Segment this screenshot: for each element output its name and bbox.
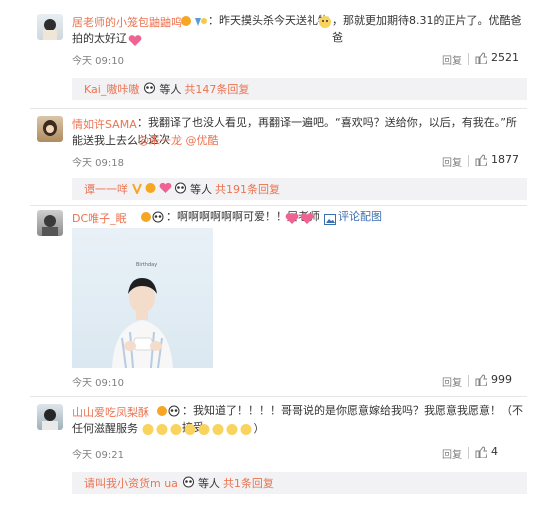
comment-card: 情如许SAMA ：我翻译了也没人看见，再翻译一遍吧。“喜欢吗？送给你，以后，有我… <box>30 110 527 202</box>
comment-time: 今天 09:10 <box>72 378 124 389</box>
reply-suffix: 等人 <box>159 83 182 96</box>
heart-emoji-icon <box>128 32 142 51</box>
reply-thread-link[interactable]: 谭一一咩 等人 共191条回复 <box>72 178 527 200</box>
divider <box>468 375 469 387</box>
reply-user[interactable]: 请叫我小资货m ua <box>84 475 178 491</box>
crown-badge-icon <box>144 182 157 197</box>
avatar[interactable] <box>37 210 63 236</box>
like-button[interactable]: 2521 <box>475 51 519 64</box>
panda-emoji-icon <box>174 182 187 197</box>
comment-time: 今天 09:18 <box>72 158 124 169</box>
panda-emoji-icon <box>143 82 156 97</box>
crown-badge-icon <box>180 13 208 32</box>
like-count: 999 <box>491 373 512 386</box>
reply-button[interactable]: 回复 <box>442 52 462 67</box>
like-count: 1877 <box>491 153 519 166</box>
username[interactable]: 情如许SAMA <box>72 116 137 132</box>
divider <box>30 108 527 109</box>
reply-thread-link[interactable]: Kai_嗷咔嗷 等人 共147条回复 <box>72 78 527 100</box>
thumbs-up-icon <box>475 51 487 64</box>
reply-user[interactable]: Kai_嗷咔嗷 <box>84 81 139 97</box>
username[interactable]: 居老师的小笼包鼬鼬呜 <box>72 14 182 30</box>
shy-emoji-icon <box>318 14 332 33</box>
reply-count[interactable]: 共147条回复 <box>184 81 249 97</box>
avatar[interactable] <box>37 404 63 430</box>
heart-emoji-icon <box>285 210 315 229</box>
comment-text: ：昨天摸头杀今天送礼物 <box>208 14 329 27</box>
like-count: 4 <box>491 445 498 458</box>
like-count: 2521 <box>491 51 519 64</box>
username[interactable]: 山山爱吃凤梨酥 <box>72 404 149 420</box>
panda-emoji-icon <box>182 476 195 491</box>
reply-thread-link[interactable]: 请叫我小资货m ua 等人 共1条回复 <box>72 472 527 494</box>
thumbs-up-icon <box>475 445 487 458</box>
comment-text: 任何滋醒服务 ） <box>72 420 265 437</box>
reply-user[interactable]: 谭一一咩 <box>84 181 128 197</box>
comment-text: 能送我上去么@朱一龙 @优酷 <box>72 132 219 149</box>
divider <box>30 396 527 397</box>
reply-suffix: 等人 <box>197 477 220 490</box>
comment-text-line: ） <box>253 422 265 435</box>
comment-card: 山山爱吃凤梨酥 ：我知道了！！！！哥哥说的是你愿意嫁给我吗？我愿意我愿意！（不接… <box>30 398 527 498</box>
comment-card: DC唯子_眠 ：啊啊啊啊啊啊可爱！！居老师 评论配图 Birthday 今天 0… <box>30 206 527 392</box>
comment-text-line: 任何滋醒服务 <box>72 422 138 435</box>
reply-button[interactable]: 回复 <box>442 446 462 461</box>
thumbs-up-icon <box>475 153 487 166</box>
reply-button[interactable]: 回复 <box>442 154 462 169</box>
divider <box>468 447 469 459</box>
like-button[interactable]: 999 <box>475 373 512 386</box>
reply-count[interactable]: 共1条回复 <box>223 475 274 491</box>
divider <box>468 155 469 167</box>
shy-emoji-row-icon <box>142 423 251 435</box>
mention-link[interactable]: @优酷 <box>186 134 219 147</box>
like-button[interactable]: 4 <box>475 445 498 458</box>
mention-link[interactable]: @朱一龙 <box>138 134 182 147</box>
comment-image-link[interactable]: 评论配图 <box>338 208 382 225</box>
comment-photo[interactable]: Birthday <box>72 228 213 368</box>
like-button[interactable]: 1877 <box>475 153 519 166</box>
avatar[interactable] <box>37 14 63 40</box>
reply-count[interactable]: 共191条回复 <box>215 181 280 197</box>
avatar[interactable] <box>37 116 63 142</box>
image-icon <box>324 210 336 229</box>
badge-v-icon <box>132 182 142 197</box>
comment-text-line: 能送我上去么 <box>72 134 138 147</box>
crown-badge-icon <box>140 209 166 228</box>
heart-emoji-icon <box>159 182 172 197</box>
thumbs-up-icon <box>475 373 487 386</box>
comment-card: 居老师的小笼包鼬鼬呜 ：昨天摸头杀今天送礼物 ，那就更加期待8.31的正片了。优… <box>30 6 527 104</box>
comment-time: 今天 09:21 <box>72 450 124 461</box>
divider <box>468 53 469 65</box>
comment-text: 拍的太好辽 <box>72 32 127 45</box>
username[interactable]: DC唯子_眠 <box>72 210 127 226</box>
reply-button[interactable]: 回复 <box>442 374 462 389</box>
person-illustration <box>112 278 173 368</box>
comment-time: 今天 09:10 <box>72 56 124 67</box>
comment-text: ，那就更加期待8.31的正片了。优酷爸爸 <box>332 14 522 44</box>
reply-suffix: 等人 <box>190 183 212 196</box>
